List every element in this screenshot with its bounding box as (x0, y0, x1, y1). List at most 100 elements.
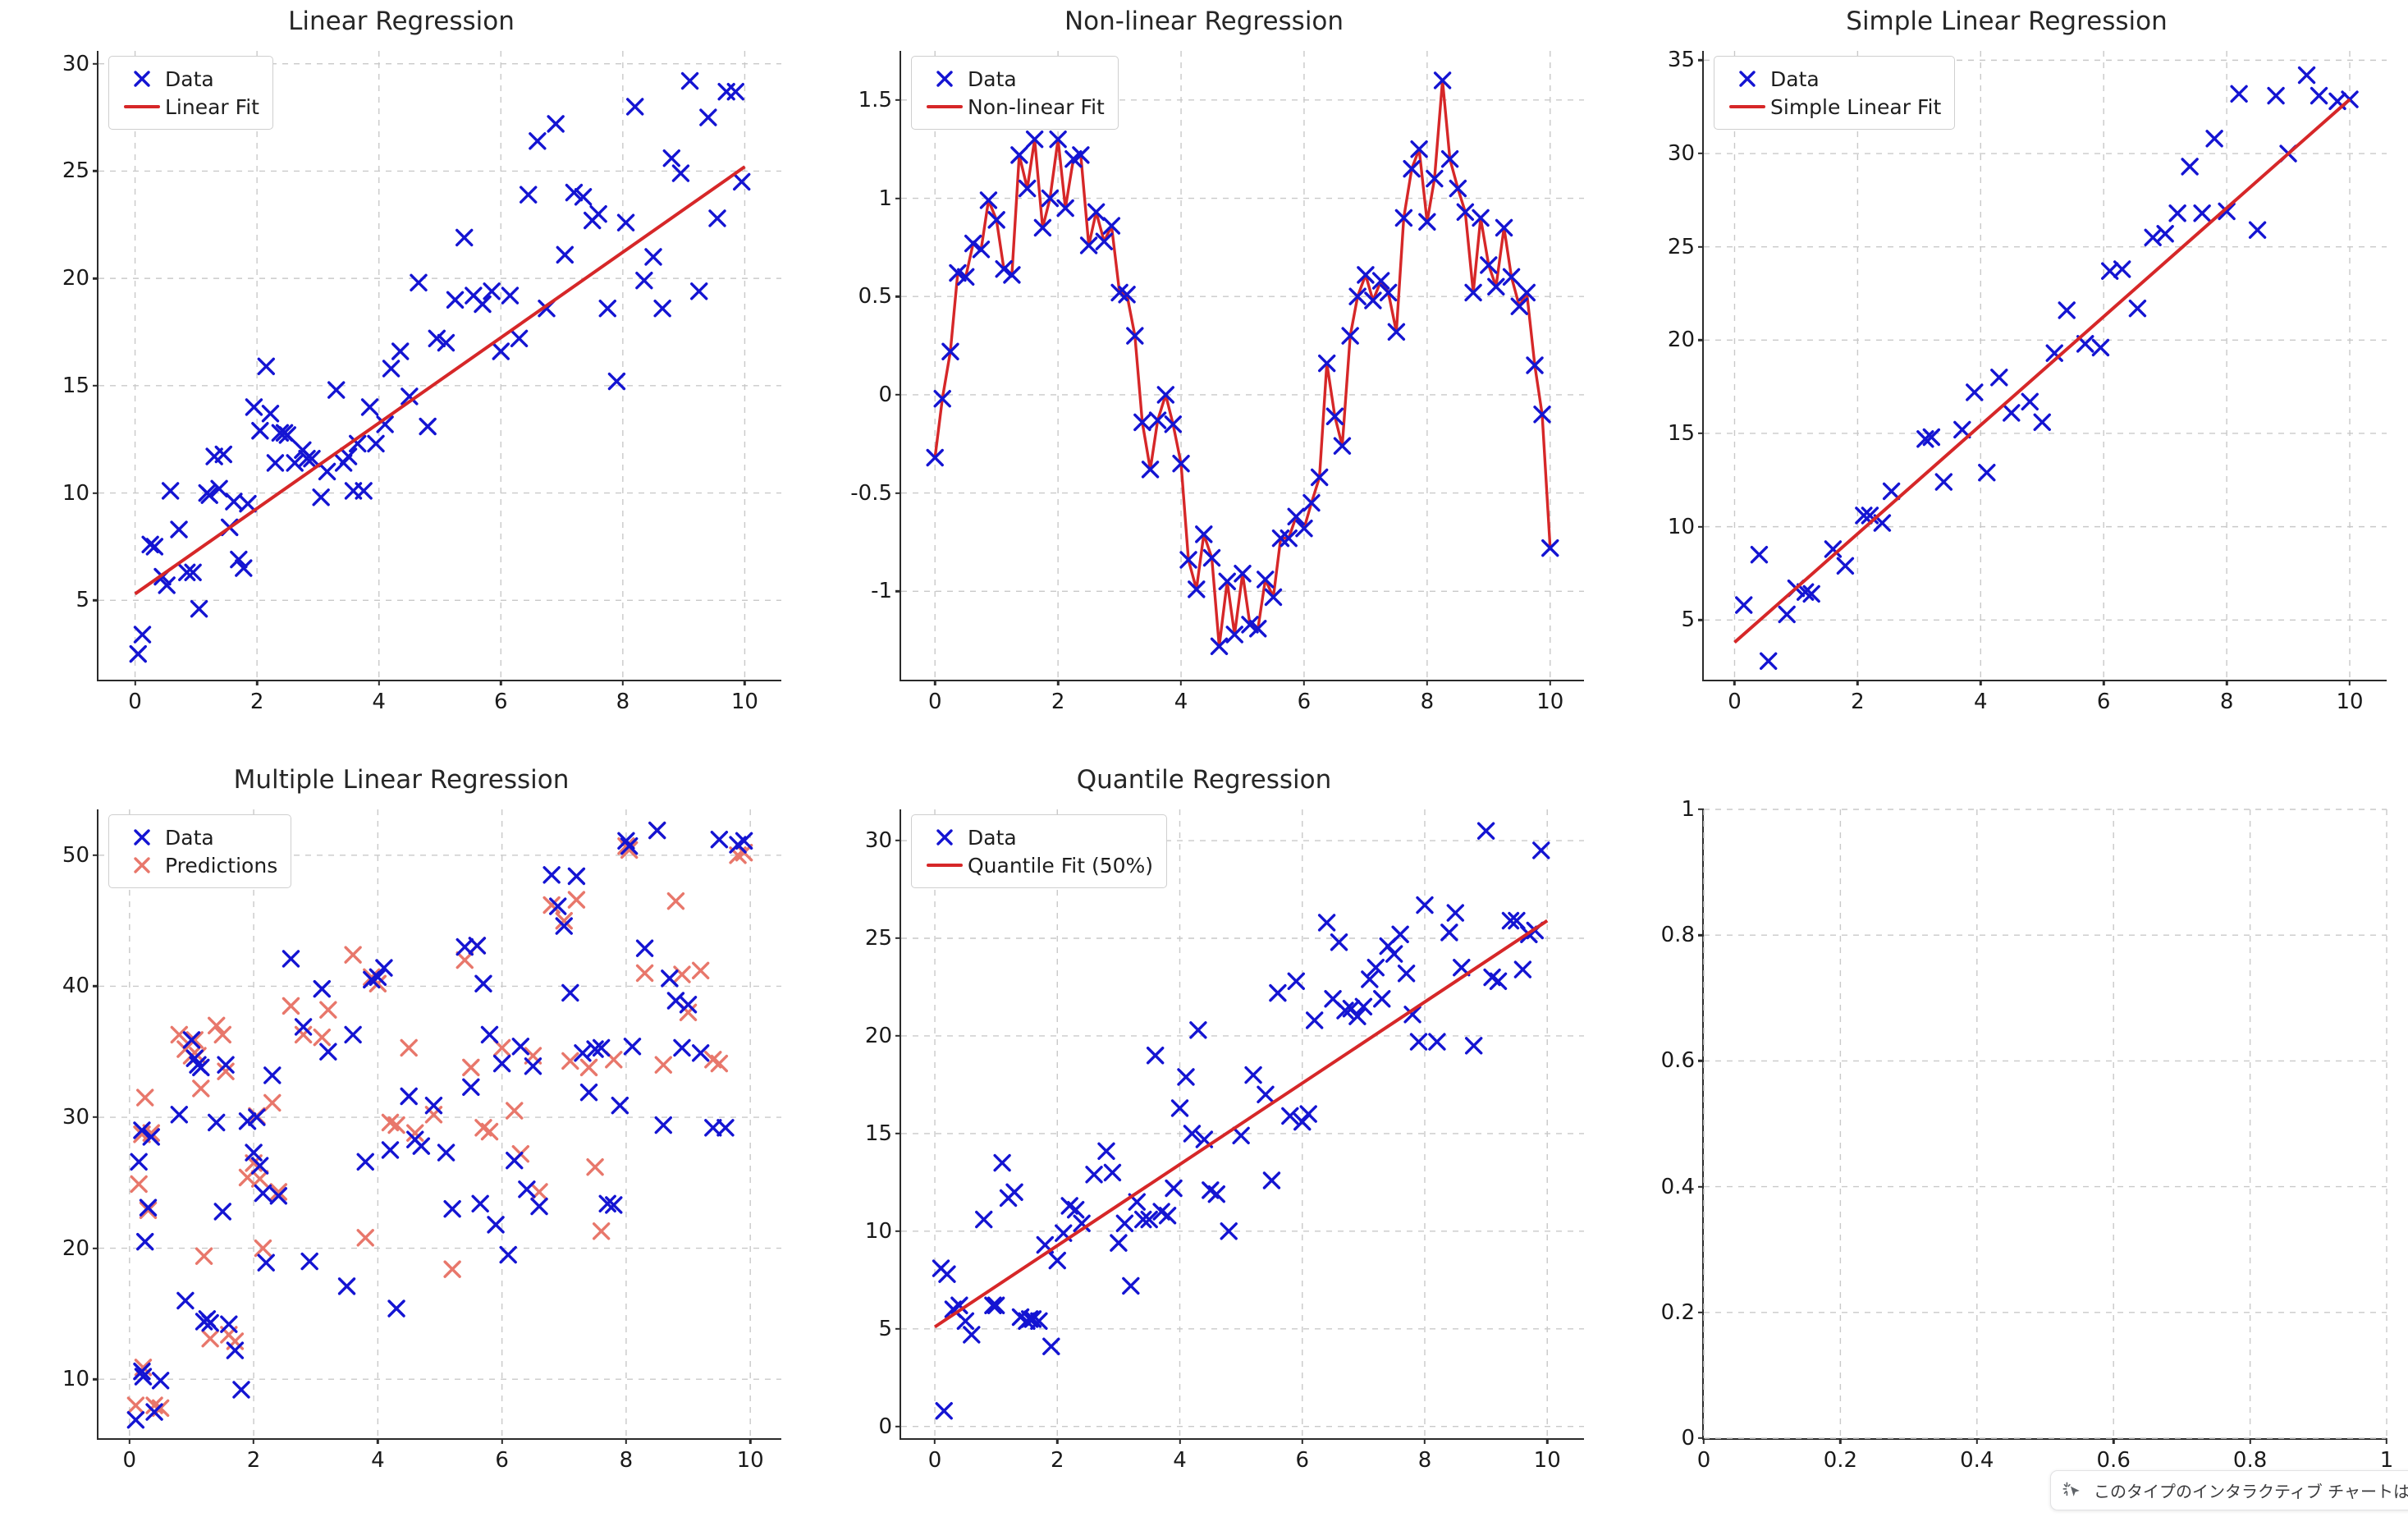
y-tick-label: 20 (62, 1235, 89, 1261)
x-tick-label: 4 (1974, 690, 1988, 714)
y-tick-label: 30 (62, 51, 89, 76)
y-tick-mark (895, 393, 901, 396)
subplot-quantile-regression: Quantile Regression 0 5 10 15 20 25 30 0 2 4 6 8 10 Da… (803, 758, 1605, 1517)
legend-item[interactable]: Data (922, 823, 1153, 851)
x-tick-mark (621, 680, 625, 685)
y-tick-mark (93, 384, 98, 387)
x-tick-label: 10 (736, 1448, 764, 1473)
x-tick-mark (1302, 680, 1306, 685)
x-tick-label: 0 (128, 690, 142, 714)
subplot-linear-regression: Linear Regression 5 10 15 20 25 30 0 2 4 6 8 10 Data L… (0, 0, 803, 758)
y-tick-mark (93, 599, 98, 602)
gridlines (1704, 51, 2387, 680)
x-tick-label: 10 (2336, 690, 2364, 714)
x-tick-label: 4 (1173, 1448, 1187, 1473)
legend-item-label: Data (165, 825, 214, 850)
x-tick-mark (1179, 680, 1183, 685)
x-tick-label: 4 (371, 1448, 385, 1473)
legend-marker-swatch (119, 855, 165, 876)
y-tick-mark (895, 1034, 901, 1038)
plot-canvas-non-linear-regression (901, 51, 1584, 680)
legend-item[interactable]: Quantile Fit (50%) (922, 851, 1153, 879)
y-tick-label: 20 (62, 266, 89, 291)
y-tick-label: 1.5 (858, 87, 892, 112)
y-tick-mark (1698, 525, 1704, 528)
line-icon (124, 105, 160, 108)
legend-item[interactable]: Data (119, 823, 277, 851)
x-tick-label: 6 (2096, 690, 2111, 714)
legend-item-label: Data (165, 66, 214, 91)
y-tick-label: 25 (62, 158, 89, 184)
legend-item[interactable]: Predictions (119, 851, 277, 879)
y-tick-mark (1698, 1185, 1704, 1188)
legend-multiple-linear-regression[interactable]: Data Predictions (108, 814, 292, 888)
y-tick-mark (895, 1230, 901, 1233)
x-tick-mark (1426, 680, 1429, 685)
x-tick-mark (128, 1438, 131, 1444)
y-tick-mark (895, 197, 901, 199)
y-tick-mark (895, 1132, 901, 1135)
x-tick-label: 0 (122, 1448, 137, 1473)
x-tick-label: 6 (1297, 690, 1312, 714)
legend-item[interactable]: Non-linear Fit (922, 93, 1105, 121)
y-tick-mark (1698, 1060, 1704, 1062)
y-tick-mark (93, 1116, 98, 1119)
x-tick-mark (1702, 1438, 1705, 1444)
x-tick-label: 2 (1051, 690, 1065, 714)
y-tick-label: 0 (878, 382, 892, 407)
x-tick-mark (1975, 1438, 1978, 1444)
x-tick-label: 10 (1533, 1448, 1561, 1473)
x-tick-mark (2348, 680, 2351, 685)
x-tick-mark (377, 1438, 379, 1444)
x-tick-mark (252, 1438, 255, 1444)
line-icon (927, 105, 963, 108)
legend-simple-linear-regression[interactable]: Data Simple Linear Fit (1714, 56, 1956, 130)
y-tick-mark (895, 839, 901, 842)
y-tick-label: -0.5 (850, 480, 892, 506)
sparkle-cursor-icon (2062, 1481, 2080, 1496)
chart-title-multiple-linear-regression: Multiple Linear Regression (233, 765, 570, 795)
y-tick-label: 10 (62, 480, 89, 506)
plot-canvas-linear-regression (98, 51, 781, 680)
y-tick-label: 30 (1667, 141, 1695, 166)
y-tick-label: 0.6 (1660, 1048, 1695, 1074)
x-tick-mark (1301, 1438, 1303, 1444)
y-tick-label: 5 (878, 1316, 892, 1341)
legend-quantile-regression[interactable]: Data Quantile Fit (50%) (911, 814, 1168, 888)
y-tick-mark (93, 277, 98, 280)
legend-marker-swatch (119, 827, 165, 848)
y-tick-label: 5 (1681, 607, 1695, 633)
y-tick-mark (895, 1425, 901, 1428)
legend-item[interactable]: Data (1724, 65, 1941, 93)
x-tick-label: 1 (2379, 1448, 2394, 1473)
y-tick-mark (1698, 59, 1704, 62)
plot-area-multiple-linear-regression: 10 20 30 40 50 0 2 4 6 8 10 (62, 809, 781, 1473)
legend-item[interactable]: Linear Fit (119, 93, 259, 121)
legend-item-label: Data (968, 66, 1017, 91)
legend-linear-regression[interactable]: Data Linear Fit (108, 56, 273, 130)
x-tick-mark (1733, 680, 1736, 685)
y-tick-label: 0.2 (1660, 1299, 1695, 1325)
x-tick-mark (2103, 680, 2105, 685)
legend-item[interactable]: Data (922, 65, 1105, 93)
y-tick-label: 35 (1667, 48, 1695, 73)
x-tick-label: 2 (246, 1448, 261, 1473)
y-tick-mark (93, 1247, 98, 1249)
x-tick-label: 0.8 (2232, 1448, 2268, 1473)
plot-area-quantile-regression: 0 5 10 15 20 25 30 0 2 4 6 8 10 (865, 809, 1584, 1473)
legend-item[interactable]: Simple Linear Fit (1724, 93, 1941, 121)
y-tick-mark (1698, 933, 1704, 937)
plot-area-empty-plot: 0 0.2 0.4 0.6 0.8 1 0 0.2 0.4 0.6 0.8 1 (1661, 797, 2394, 1473)
y-tick-mark (93, 62, 98, 65)
legend-item-label: Data (1770, 66, 1820, 91)
legend-non-linear-regression[interactable]: Data Non-linear Fit (911, 56, 1119, 130)
plot-area-non-linear-regression: -1 -0.5 0 0.5 1 1.5 0 2 4 6 8 10 (850, 51, 1584, 714)
y-tick-label: 15 (864, 1121, 892, 1146)
x-tick-label: 10 (1536, 690, 1564, 714)
legend-item[interactable]: Data (119, 65, 259, 93)
x-tick-mark (134, 680, 136, 685)
y-tick-label: 20 (1667, 328, 1695, 353)
y-tick-label: 0 (1681, 1426, 1695, 1451)
x-tick-mark (2225, 680, 2228, 685)
plot-area-linear-regression: 5 10 15 20 25 30 0 2 4 6 8 10 (62, 51, 781, 714)
